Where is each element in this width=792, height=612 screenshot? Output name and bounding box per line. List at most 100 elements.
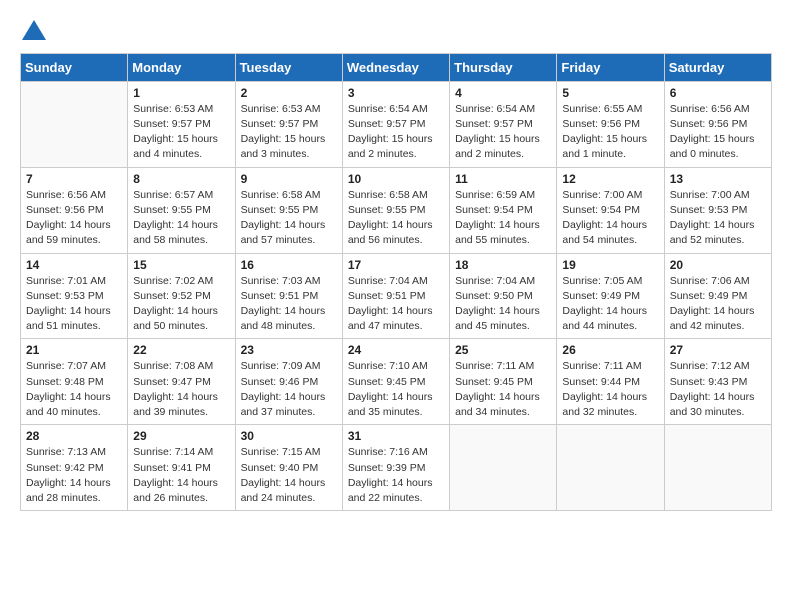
weekday-header-monday: Monday — [128, 53, 235, 81]
day-info: Sunrise: 7:03 AMSunset: 9:51 PMDaylight:… — [241, 274, 337, 335]
logo — [20, 20, 46, 45]
day-info: Sunrise: 7:09 AMSunset: 9:46 PMDaylight:… — [241, 359, 337, 420]
day-number: 15 — [133, 258, 229, 272]
day-info: Sunrise: 7:01 AMSunset: 9:53 PMDaylight:… — [26, 274, 122, 335]
day-info: Sunrise: 6:58 AMSunset: 9:55 PMDaylight:… — [348, 188, 444, 249]
day-info: Sunrise: 7:08 AMSunset: 9:47 PMDaylight:… — [133, 359, 229, 420]
day-number: 27 — [670, 343, 766, 357]
day-info: Sunrise: 7:02 AMSunset: 9:52 PMDaylight:… — [133, 274, 229, 335]
calendar-cell: 22 Sunrise: 7:08 AMSunset: 9:47 PMDayligh… — [128, 339, 235, 425]
day-number: 14 — [26, 258, 122, 272]
day-info: Sunrise: 6:54 AMSunset: 9:57 PMDaylight:… — [455, 102, 551, 163]
day-info: Sunrise: 7:10 AMSunset: 9:45 PMDaylight:… — [348, 359, 444, 420]
calendar-cell: 13 Sunrise: 7:00 AMSunset: 9:53 PMDayligh… — [664, 167, 771, 253]
day-info: Sunrise: 7:14 AMSunset: 9:41 PMDaylight:… — [133, 445, 229, 506]
calendar-cell — [450, 425, 557, 511]
day-number: 28 — [26, 429, 122, 443]
day-number: 22 — [133, 343, 229, 357]
calendar-cell: 26 Sunrise: 7:11 AMSunset: 9:44 PMDayligh… — [557, 339, 664, 425]
day-number: 1 — [133, 86, 229, 100]
calendar-cell: 16 Sunrise: 7:03 AMSunset: 9:51 PMDayligh… — [235, 253, 342, 339]
calendar-cell: 9Sunrise: 6:58 AMSunset: 9:55 PMDaylight… — [235, 167, 342, 253]
calendar-cell — [557, 425, 664, 511]
calendar-cell: 14 Sunrise: 7:01 AMSunset: 9:53 PMDayligh… — [21, 253, 128, 339]
day-number: 31 — [348, 429, 444, 443]
day-info: Sunrise: 7:11 AMSunset: 9:44 PMDaylight:… — [562, 359, 658, 420]
day-number: 2 — [241, 86, 337, 100]
day-info: Sunrise: 7:16 AMSunset: 9:39 PMDaylight:… — [348, 445, 444, 506]
weekday-header-sunday: Sunday — [21, 53, 128, 81]
day-info: Sunrise: 6:56 AMSunset: 9:56 PMDaylight:… — [26, 188, 122, 249]
calendar-cell: 10 Sunrise: 6:58 AMSunset: 9:55 PMDayligh… — [342, 167, 449, 253]
calendar-week-3: 14 Sunrise: 7:01 AMSunset: 9:53 PMDayligh… — [21, 253, 772, 339]
day-number: 11 — [455, 172, 551, 186]
calendar-cell: 25Sunrise: 7:11 AMSunset: 9:45 PMDayligh… — [450, 339, 557, 425]
day-number: 21 — [26, 343, 122, 357]
calendar-cell: 4 Sunrise: 6:54 AMSunset: 9:57 PMDaylight… — [450, 81, 557, 167]
day-number: 4 — [455, 86, 551, 100]
logo-icon — [22, 20, 46, 40]
day-number: 12 — [562, 172, 658, 186]
day-number: 3 — [348, 86, 444, 100]
day-number: 8 — [133, 172, 229, 186]
calendar-cell: 27 Sunrise: 7:12 AMSunset: 9:43 PMDayligh… — [664, 339, 771, 425]
day-info: Sunrise: 7:07 AMSunset: 9:48 PMDaylight:… — [26, 359, 122, 420]
day-info: Sunrise: 7:13 AMSunset: 9:42 PMDaylight:… — [26, 445, 122, 506]
weekday-header-tuesday: Tuesday — [235, 53, 342, 81]
day-info: Sunrise: 7:05 AMSunset: 9:49 PMDaylight:… — [562, 274, 658, 335]
calendar-cell: 8 Sunrise: 6:57 AMSunset: 9:55 PMDaylight… — [128, 167, 235, 253]
day-number: 10 — [348, 172, 444, 186]
calendar-cell: 20Sunrise: 7:06 AMSunset: 9:49 PMDayligh… — [664, 253, 771, 339]
day-info: Sunrise: 6:56 AMSunset: 9:56 PMDaylight:… — [670, 102, 766, 163]
weekday-header-wednesday: Wednesday — [342, 53, 449, 81]
calendar-cell: 2 Sunrise: 6:53 AMSunset: 9:57 PMDaylight… — [235, 81, 342, 167]
calendar-cell: 23 Sunrise: 7:09 AMSunset: 9:46 PMDayligh… — [235, 339, 342, 425]
calendar-cell: 17Sunrise: 7:04 AMSunset: 9:51 PMDayligh… — [342, 253, 449, 339]
day-number: 26 — [562, 343, 658, 357]
day-number: 6 — [670, 86, 766, 100]
day-number: 7 — [26, 172, 122, 186]
calendar-cell: 19 Sunrise: 7:05 AMSunset: 9:49 PMDayligh… — [557, 253, 664, 339]
day-number: 5 — [562, 86, 658, 100]
day-info: Sunrise: 6:57 AMSunset: 9:55 PMDaylight:… — [133, 188, 229, 249]
weekday-header-saturday: Saturday — [664, 53, 771, 81]
day-info: Sunrise: 6:58 AMSunset: 9:55 PMDaylight:… — [241, 188, 337, 249]
day-info: Sunrise: 7:15 AMSunset: 9:40 PMDaylight:… — [241, 445, 337, 506]
calendar-week-1: 1 Sunrise: 6:53 AMSunset: 9:57 PMDaylight… — [21, 81, 772, 167]
calendar-cell: 1Sunrise: 6:53 AMSunset: 9:57 PMDaylight… — [128, 81, 235, 167]
calendar-cell: 31 Sunrise: 7:16 AMSunset: 9:39 PMDayligh… — [342, 425, 449, 511]
day-number: 24 — [348, 343, 444, 357]
logo-text — [20, 20, 46, 45]
weekday-header-friday: Friday — [557, 53, 664, 81]
day-info: Sunrise: 7:00 AMSunset: 9:54 PMDaylight:… — [562, 188, 658, 249]
day-number: 23 — [241, 343, 337, 357]
day-number: 19 — [562, 258, 658, 272]
calendar-cell: 15 Sunrise: 7:02 AMSunset: 9:52 PMDayligh… — [128, 253, 235, 339]
day-number: 20 — [670, 258, 766, 272]
day-info: Sunrise: 6:53 AMSunset: 9:57 PMDaylight:… — [241, 102, 337, 163]
calendar-week-2: 7 Sunrise: 6:56 AMSunset: 9:56 PMDaylight… — [21, 167, 772, 253]
calendar-cell — [664, 425, 771, 511]
day-info: Sunrise: 7:04 AMSunset: 9:50 PMDaylight:… — [455, 274, 551, 335]
day-info: Sunrise: 6:55 AMSunset: 9:56 PMDaylight:… — [562, 102, 658, 163]
calendar-cell — [21, 81, 128, 167]
calendar-cell: 11Sunrise: 6:59 AMSunset: 9:54 PMDayligh… — [450, 167, 557, 253]
weekday-header-row: SundayMondayTuesdayWednesdayThursdayFrid… — [21, 53, 772, 81]
calendar-cell: 24 Sunrise: 7:10 AMSunset: 9:45 PMDayligh… — [342, 339, 449, 425]
calendar-week-5: 28 Sunrise: 7:13 AMSunset: 9:42 PMDayligh… — [21, 425, 772, 511]
page-header — [20, 20, 772, 45]
day-info: Sunrise: 7:11 AMSunset: 9:45 PMDaylight:… — [455, 359, 551, 420]
calendar-cell: 28 Sunrise: 7:13 AMSunset: 9:42 PMDayligh… — [21, 425, 128, 511]
calendar-cell: 6 Sunrise: 6:56 AMSunset: 9:56 PMDaylight… — [664, 81, 771, 167]
day-number: 18 — [455, 258, 551, 272]
calendar-cell: 3Sunrise: 6:54 AMSunset: 9:57 PMDaylight… — [342, 81, 449, 167]
day-number: 29 — [133, 429, 229, 443]
day-info: Sunrise: 7:00 AMSunset: 9:53 PMDaylight:… — [670, 188, 766, 249]
calendar-cell: 30 Sunrise: 7:15 AMSunset: 9:40 PMDayligh… — [235, 425, 342, 511]
day-info: Sunrise: 7:12 AMSunset: 9:43 PMDaylight:… — [670, 359, 766, 420]
calendar-cell: 7 Sunrise: 6:56 AMSunset: 9:56 PMDaylight… — [21, 167, 128, 253]
day-number: 13 — [670, 172, 766, 186]
day-number: 16 — [241, 258, 337, 272]
calendar-cell: 29 Sunrise: 7:14 AMSunset: 9:41 PMDayligh… — [128, 425, 235, 511]
day-number: 30 — [241, 429, 337, 443]
